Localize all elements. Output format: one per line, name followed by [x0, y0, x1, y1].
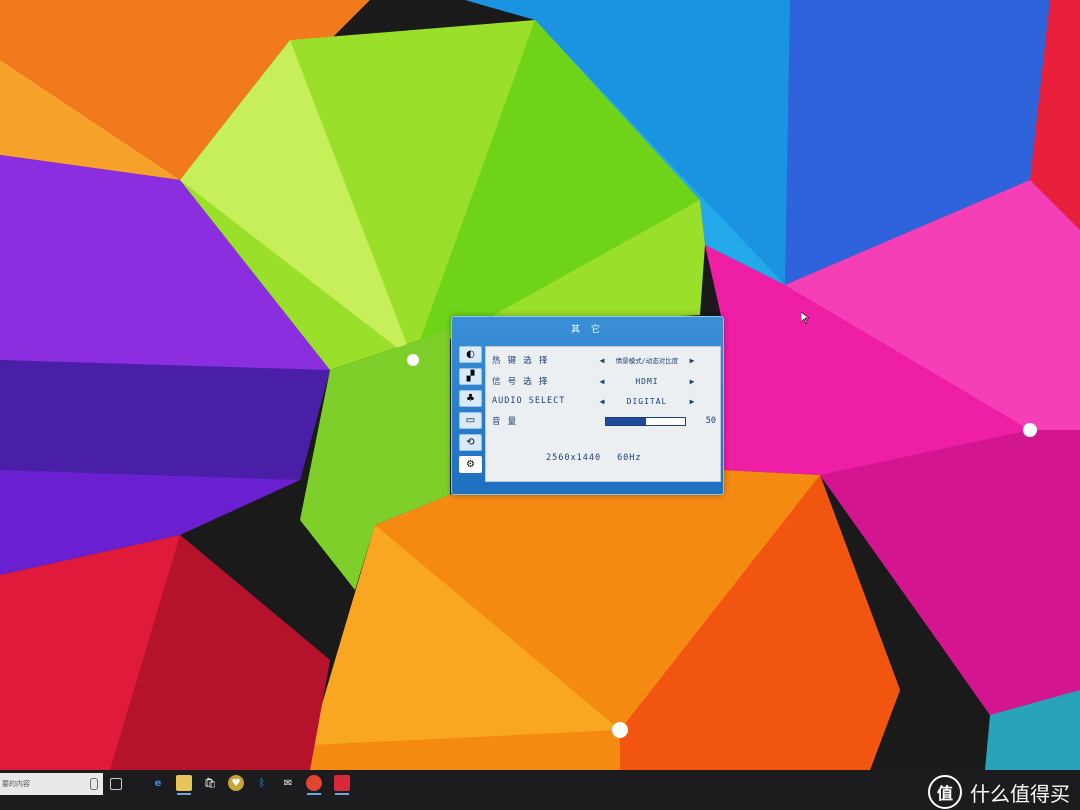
- signal-row[interactable]: 信 号 选 择 ◀ HDMI ▶: [492, 374, 716, 388]
- arrow-left-icon[interactable]: ◀: [597, 377, 607, 386]
- app-icon[interactable]: ♥: [228, 775, 244, 791]
- audio-select-value: DIGITAL: [626, 396, 668, 406]
- volume-row[interactable]: 音 量 50: [492, 414, 716, 428]
- signal-value: HDMI: [635, 376, 659, 386]
- volume-slider[interactable]: [605, 416, 687, 426]
- arrow-left-icon[interactable]: ◀: [597, 356, 607, 365]
- reset-icon[interactable]: ⟲: [459, 434, 482, 451]
- search-placeholder: 要的内容: [2, 780, 30, 788]
- volume-value: 50: [705, 416, 716, 426]
- task-view-icon[interactable]: [110, 778, 122, 790]
- osd-menu: 其 它 ◐ ▞ ♣ ▭ ⟲ ⚙ 热 键 选 择 ◀ 情景模式/动态对比度 ▶ 信…: [451, 316, 724, 495]
- screen-icon[interactable]: ▭: [459, 412, 482, 429]
- hotkey-label: 热 键 选 择: [492, 356, 549, 366]
- hotkey-row[interactable]: 热 键 选 择 ◀ 情景模式/动态对比度 ▶: [492, 353, 716, 367]
- volume-slider-fill: [606, 417, 646, 425]
- audio-select-row[interactable]: AUDIO SELECT ◀ DIGITAL ▶: [492, 394, 716, 408]
- bluetooth-icon[interactable]: ᛒ: [254, 775, 270, 791]
- watermark: 值 什么值得买: [928, 775, 1070, 809]
- signal-label: 信 号 选 择: [492, 377, 549, 387]
- osd-sidebar: ◐ ▞ ♣ ▭ ⟲ ⚙: [456, 346, 483, 480]
- osd-title: 其 它: [571, 325, 604, 335]
- file-explorer-icon[interactable]: [176, 775, 192, 795]
- audio-select-label: AUDIO SELECT: [492, 396, 566, 406]
- search-box[interactable]: 要的内容: [0, 773, 103, 795]
- signal-info: 2560x1440 60Hz: [546, 453, 642, 463]
- refresh-rate-text: 60Hz: [617, 453, 642, 463]
- chrome-icon[interactable]: [306, 775, 322, 795]
- mail-icon[interactable]: ✉: [280, 775, 296, 791]
- store-icon[interactable]: 🛍: [202, 775, 218, 791]
- arrow-right-icon[interactable]: ▶: [687, 356, 697, 365]
- brightness-icon[interactable]: ◐: [459, 346, 482, 363]
- microphone-icon[interactable]: [90, 778, 98, 790]
- image-icon[interactable]: ▞: [459, 368, 482, 385]
- osd-panel: 热 键 选 择 ◀ 情景模式/动态对比度 ▶ 信 号 选 择 ◀ HDMI ▶ …: [485, 346, 721, 482]
- hotkey-value: 情景模式/动态对比度: [615, 357, 679, 365]
- watermark-logo: 值: [928, 775, 962, 809]
- watermark-text: 什么值得买: [970, 781, 1070, 806]
- arrow-left-icon[interactable]: ◀: [597, 397, 607, 406]
- resolution-text: 2560x1440: [546, 453, 602, 463]
- app2-icon[interactable]: [334, 775, 350, 795]
- volume-label: 音 量: [492, 417, 518, 427]
- mouse-cursor-icon: [801, 312, 809, 324]
- taskbar: 要的内容 e 🛍 ♥ ᛒ ✉: [0, 770, 1080, 810]
- arrow-right-icon[interactable]: ▶: [687, 397, 697, 406]
- edge-icon[interactable]: e: [150, 775, 166, 791]
- arrow-right-icon[interactable]: ▶: [687, 377, 697, 386]
- settings-icon[interactable]: ⚙: [459, 456, 482, 473]
- color-icon[interactable]: ♣: [459, 390, 482, 407]
